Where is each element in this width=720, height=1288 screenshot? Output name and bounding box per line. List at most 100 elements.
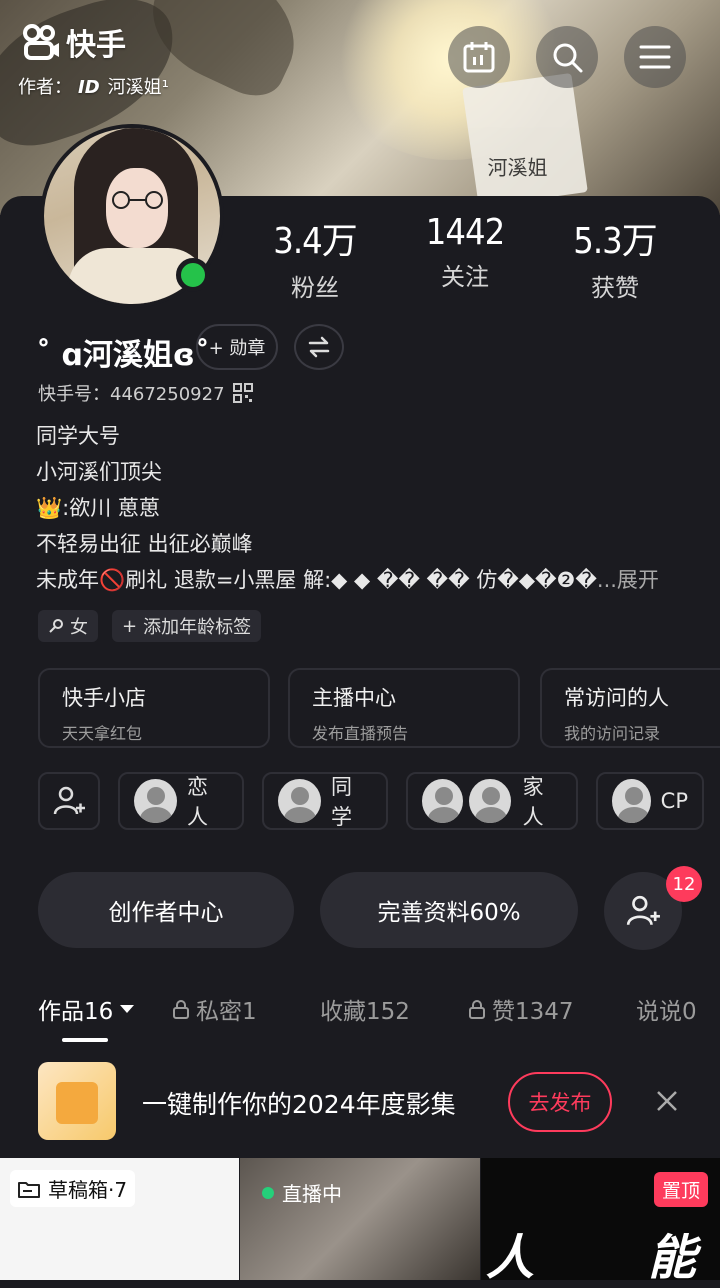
relation-cp[interactable]: CP bbox=[596, 772, 704, 830]
stat-likes[interactable]: 5.3万 获赞 bbox=[550, 212, 680, 303]
close-icon[interactable] bbox=[652, 1086, 682, 1116]
relation-family[interactable]: 家人 bbox=[406, 772, 578, 830]
add-medal-button[interactable]: + 勋章 bbox=[196, 324, 278, 370]
stat-label: 关注 bbox=[441, 263, 489, 291]
bio-expand-link[interactable]: ...展开 bbox=[597, 568, 659, 592]
video-tile-live[interactable] bbox=[240, 1158, 480, 1280]
qr-code-icon bbox=[232, 383, 253, 403]
video-title-glyph: 能 bbox=[648, 1230, 697, 1286]
author-name: 河溪姐¹ bbox=[107, 77, 169, 98]
stat-following[interactable]: 1442 关注 bbox=[400, 212, 530, 292]
relation-label: 恋人 bbox=[186, 775, 208, 829]
author-prefix: 作者： bbox=[18, 77, 72, 98]
tab-works[interactable]: 作品16 bbox=[38, 992, 135, 1026]
stat-label: 粉丝 bbox=[291, 274, 339, 302]
album-promo-image bbox=[38, 1062, 116, 1140]
video-title-glyph: 人 bbox=[486, 1230, 535, 1286]
tab-label: 赞1347 bbox=[492, 999, 574, 1025]
kuaishou-logo-icon bbox=[22, 23, 60, 61]
profile-bio[interactable]: 同学大号 小河溪们顶尖 👑:欲川 葸葸 不轻易出征 出征必巅峰 未成年🚫刷礼 退… bbox=[36, 418, 659, 598]
hamburger-menu-icon bbox=[639, 45, 671, 69]
author-watermark: 作者： ID 河溪姐¹ bbox=[18, 73, 169, 99]
lock-icon bbox=[469, 1000, 485, 1019]
folder-icon bbox=[18, 1181, 40, 1198]
stat-label: 获赞 bbox=[591, 274, 639, 302]
tab-label: 收藏152 bbox=[320, 999, 410, 1025]
creator-center-button[interactable]: 创作者中心 bbox=[38, 872, 294, 948]
active-tab-indicator bbox=[62, 1038, 108, 1042]
service-title: 常访问的人 bbox=[564, 686, 669, 710]
kuaishou-id[interactable]: 快手号：4467250927 bbox=[38, 380, 253, 406]
live-label: 直播中 bbox=[282, 1182, 342, 1206]
plus-icon: + bbox=[122, 615, 138, 637]
tab-label: 作品16 bbox=[38, 999, 114, 1025]
swap-arrows-icon bbox=[308, 336, 330, 358]
tab-label: 说说0 bbox=[636, 999, 697, 1025]
calendar-button[interactable] bbox=[448, 26, 510, 88]
bio-line: 小河溪们顶尖 bbox=[36, 460, 162, 484]
pinned-badge: 置顶 bbox=[654, 1172, 709, 1207]
kuaishou-id-text: 快手号：4467250927 bbox=[38, 384, 225, 405]
menu-button[interactable] bbox=[624, 26, 686, 88]
cover-card-text: 河溪姐 bbox=[487, 155, 548, 180]
brand-name: 快手 bbox=[66, 28, 126, 63]
chevron-down-icon bbox=[120, 1005, 135, 1013]
add-friend-icon bbox=[626, 895, 660, 926]
relation-avatar bbox=[422, 779, 464, 823]
gender-tag[interactable]: 女 bbox=[38, 610, 98, 642]
relation-avatar bbox=[134, 779, 177, 823]
complete-profile-button[interactable]: 完善资料60% bbox=[320, 872, 578, 948]
stat-followers[interactable]: 3.4万 粉丝 bbox=[250, 212, 380, 303]
search-icon bbox=[553, 43, 583, 73]
publish-button[interactable]: 去发布 bbox=[508, 1072, 612, 1132]
album-promo-text: 一键制作你的2024年度影集 bbox=[142, 1090, 456, 1119]
switch-account-button[interactable] bbox=[294, 324, 344, 370]
add-relation-button[interactable] bbox=[38, 772, 100, 830]
relation-avatar bbox=[278, 779, 321, 823]
tab-likes[interactable]: 赞1347 bbox=[468, 992, 574, 1026]
relation-label: 同学 bbox=[330, 775, 352, 829]
service-subtitle: 天天拿红包 bbox=[62, 724, 143, 743]
relation-avatar bbox=[469, 779, 511, 823]
cover-card: 河溪姐 bbox=[462, 72, 588, 208]
add-age-tag-button[interactable]: + 添加年龄标签 bbox=[112, 610, 262, 642]
service-shop[interactable]: 快手小店 天天拿红包 bbox=[38, 668, 270, 748]
nickname: ˚ ɑ河溪姐ɞ˚ bbox=[36, 338, 210, 373]
female-icon bbox=[49, 619, 63, 633]
calendar-icon bbox=[463, 42, 495, 73]
tab-private[interactable]: 私密1 bbox=[172, 992, 257, 1026]
service-title: 主播中心 bbox=[312, 686, 396, 710]
gender-tag-label: 女 bbox=[70, 617, 88, 638]
drafts-tile[interactable]: 草稿箱·7 bbox=[0, 1158, 239, 1280]
service-frequent-visitors[interactable]: 常访问的人 我的访问记录 bbox=[540, 668, 720, 748]
add-user-icon bbox=[53, 786, 85, 815]
relation-lover[interactable]: 恋人 bbox=[118, 772, 244, 830]
add-age-tag-label: 添加年龄标签 bbox=[143, 617, 252, 638]
bio-line: 👑:欲川 葸葸 bbox=[36, 496, 160, 520]
avatar-glasses bbox=[112, 191, 163, 209]
bio-line: 未成年🚫刷礼 退款=小黑屋 解:◆ ◆ �� �� 仿�◆�❷� bbox=[36, 568, 597, 592]
bio-line: 同学大号 bbox=[36, 424, 120, 448]
lock-icon bbox=[173, 1000, 189, 1019]
service-subtitle: 发布直播预告 bbox=[312, 724, 409, 743]
author-id-label: ID bbox=[78, 77, 100, 98]
live-dot bbox=[262, 1186, 274, 1199]
live-indicator: 直播中 bbox=[262, 1178, 342, 1207]
bio-line: 不轻易出征 出征必巅峰 bbox=[36, 532, 253, 556]
app-brand: 快手 bbox=[22, 20, 126, 64]
relation-classmate[interactable]: 同学 bbox=[262, 772, 388, 830]
tab-favorites[interactable]: 收藏152 bbox=[320, 992, 410, 1026]
friend-request-badge: 12 bbox=[666, 866, 702, 902]
stat-value: 1442 bbox=[425, 212, 505, 253]
search-button[interactable] bbox=[536, 26, 598, 88]
online-status-dot bbox=[176, 258, 210, 292]
stat-value: 5.3万 bbox=[573, 221, 658, 262]
tab-moments[interactable]: 说说0 bbox=[636, 992, 697, 1026]
drafts-label: 草稿箱·7 bbox=[10, 1170, 136, 1207]
tab-label: 私密1 bbox=[196, 999, 257, 1025]
relation-label: 家人 bbox=[522, 775, 544, 829]
service-streamer-center[interactable]: 主播中心 发布直播预告 bbox=[288, 668, 520, 748]
relation-label: CP bbox=[660, 789, 688, 813]
service-subtitle: 我的访问记录 bbox=[564, 724, 661, 743]
service-title: 快手小店 bbox=[62, 686, 146, 710]
